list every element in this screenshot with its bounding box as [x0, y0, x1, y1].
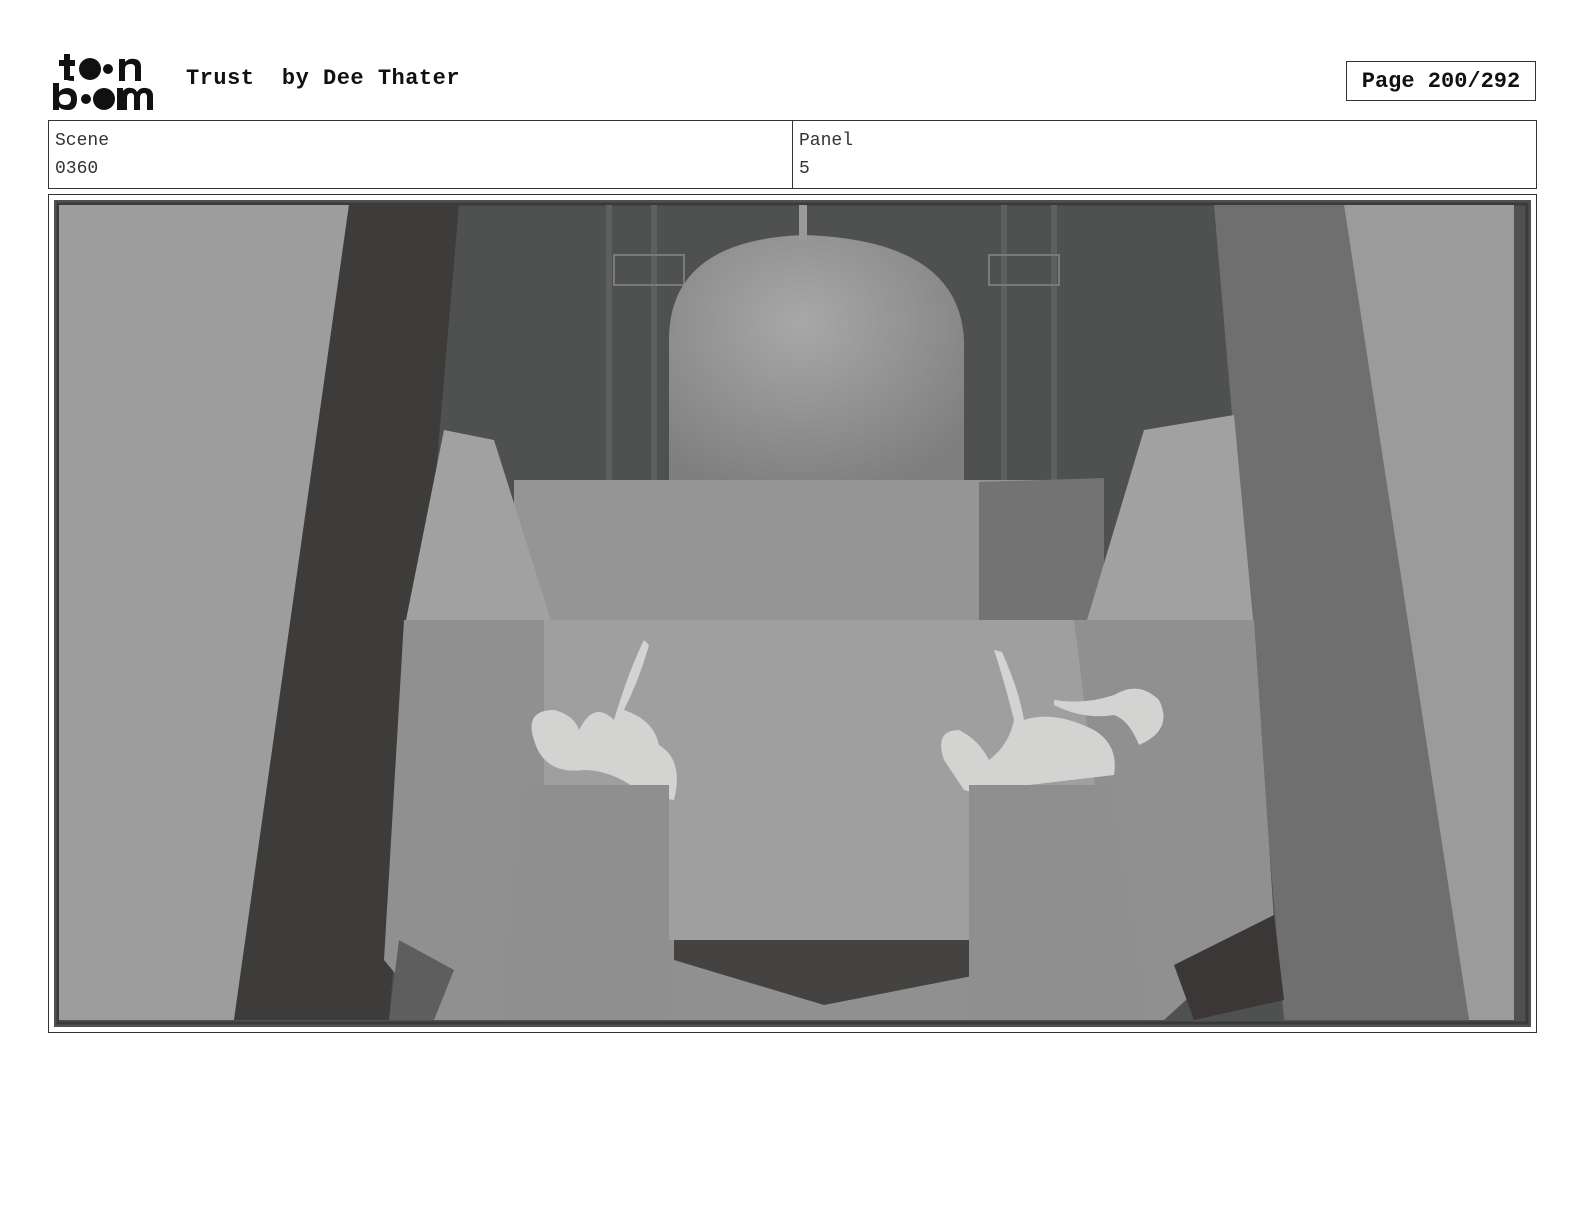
panel-value: 5	[799, 159, 810, 179]
storyboard-panel-image	[54, 200, 1531, 1027]
scene-cell: Scene 0360	[49, 121, 792, 188]
panel-cell: Panel 5	[792, 121, 1536, 188]
storyboard-panel-frame	[48, 194, 1537, 1033]
scene-panel-info: Scene 0360 Panel 5	[48, 120, 1537, 189]
page-indicator: Page 200/292	[1346, 61, 1536, 101]
page-number-label: Page 200/292	[1361, 68, 1521, 94]
panel-label: Panel	[799, 131, 854, 151]
scene-label: Scene	[55, 131, 110, 151]
scene-value: 0360	[55, 159, 99, 179]
storyboard-title: Trust by Dee Thater	[186, 66, 461, 91]
toon-boom-logo	[53, 54, 153, 110]
